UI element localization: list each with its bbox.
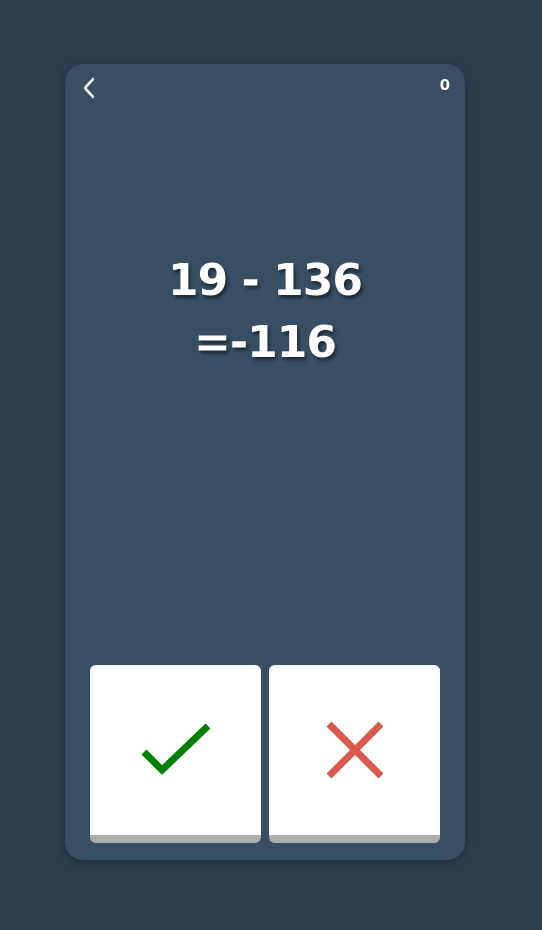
chevron-left-icon: [83, 77, 95, 99]
back-button[interactable]: [77, 76, 101, 100]
check-icon: [141, 723, 210, 775]
proposed-answer: =-116: [194, 317, 337, 368]
cross-icon: [326, 722, 383, 778]
wrong-button[interactable]: [269, 665, 440, 843]
math-problem: 19 - 136: [168, 255, 363, 306]
correct-button[interactable]: [90, 665, 261, 843]
game-card: 0 19 - 136 =-116: [65, 64, 465, 860]
score-counter: 0: [439, 76, 450, 94]
